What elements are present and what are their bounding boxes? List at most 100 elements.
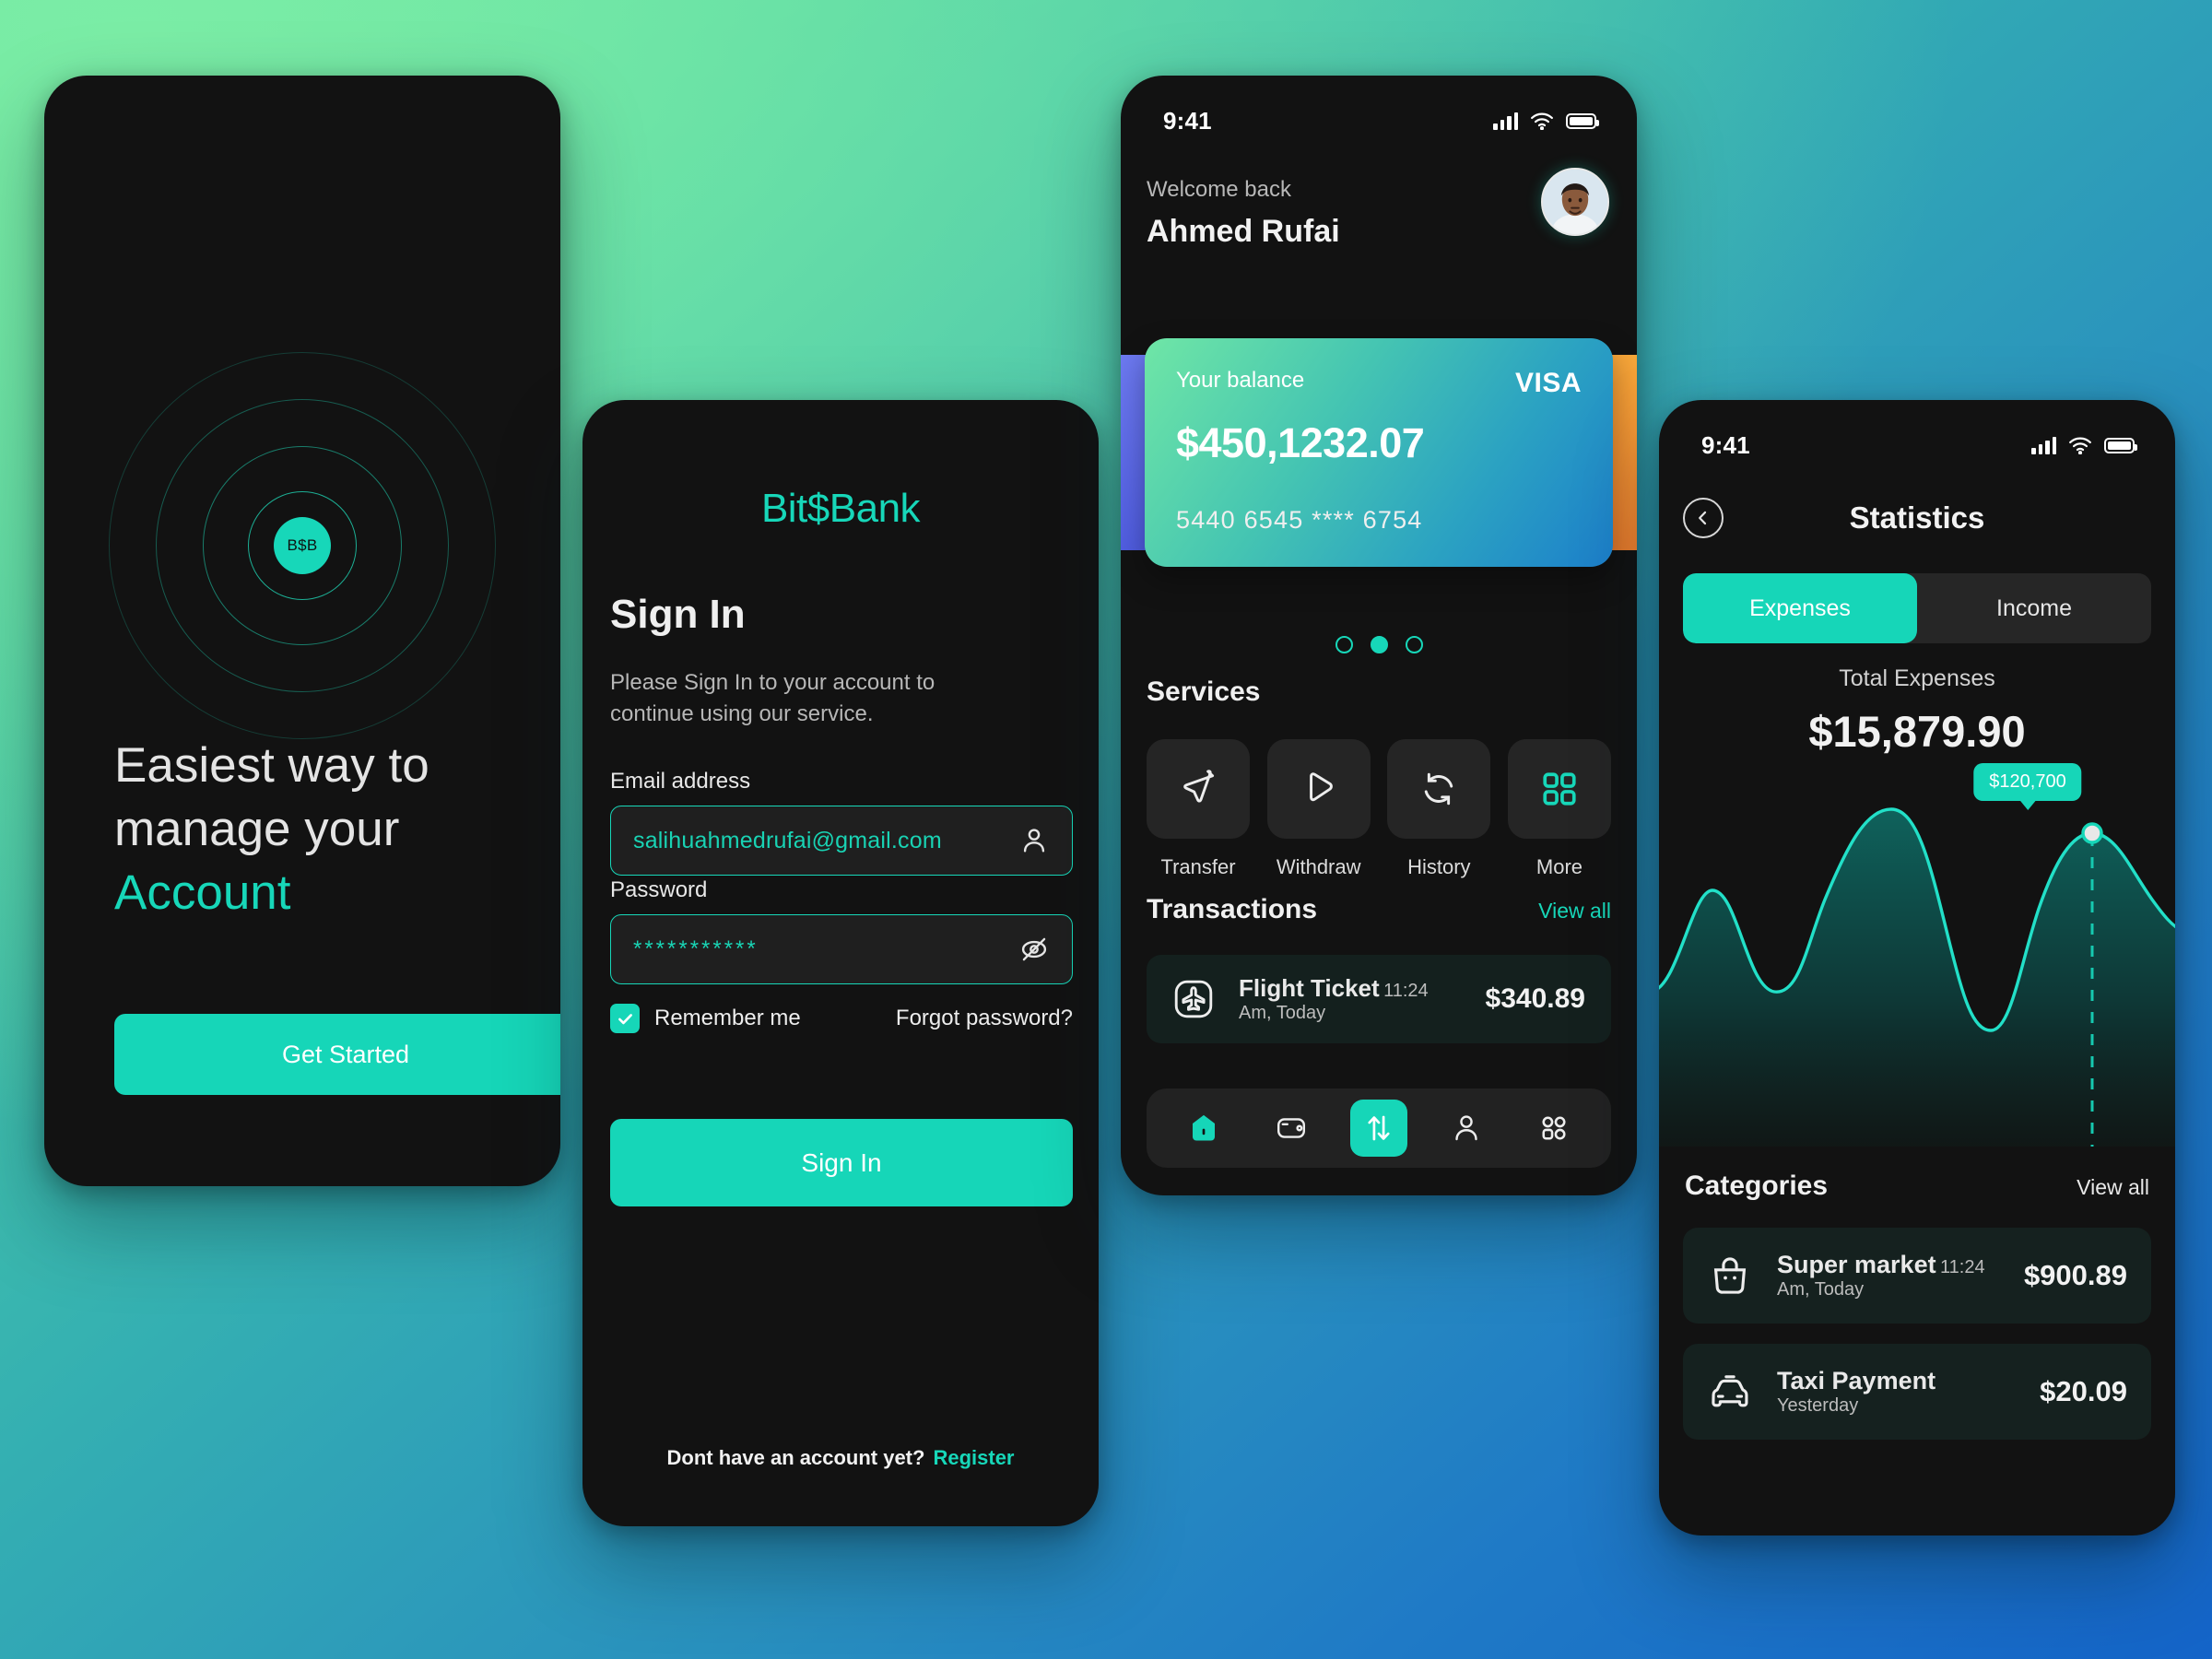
statistics-tabs: Expenses Income: [1683, 573, 2151, 643]
category-time: Yesterday: [1777, 1395, 1859, 1416]
signin-title: Sign In: [610, 592, 746, 637]
shopping-bag-icon: [1707, 1253, 1753, 1299]
avatar-photo: [1543, 170, 1607, 234]
carousel-dot-3[interactable]: [1405, 636, 1423, 653]
password-field-label: Password: [610, 877, 708, 902]
service-tile[interactable]: [1387, 739, 1491, 839]
category-title: Taxi Payment: [1777, 1367, 1936, 1394]
email-input-value[interactable]: salihuahmedrufai@gmail.com: [633, 828, 1018, 854]
tab-income[interactable]: Income: [1917, 573, 2151, 643]
get-started-button[interactable]: Get Started: [114, 1014, 560, 1095]
person-icon: [1455, 1115, 1477, 1141]
total-expenses-label: Total Expenses: [1839, 665, 1995, 691]
transactions-view-all-link[interactable]: View all: [1538, 899, 1611, 924]
refresh-history-icon: [1425, 772, 1453, 806]
service-tile[interactable]: [1507, 739, 1611, 839]
brand-wordmark: Bit$Bank: [760, 486, 921, 531]
cellular-signal-icon: [1493, 112, 1518, 130]
category-amount: $900.89: [2023, 1259, 2127, 1291]
service-label: Withdraw: [1276, 855, 1361, 878]
balance-amount: $450,1232.07: [1176, 419, 1425, 466]
card-header: Your balance VISA: [1176, 368, 1582, 399]
carousel-dot-1[interactable]: [1335, 636, 1353, 653]
balance-label: Your balance: [1176, 368, 1305, 393]
expenses-area-chart[interactable]: $120,700: [1659, 761, 2175, 1147]
sign-in-button[interactable]: Sign In: [610, 1119, 1073, 1206]
services-grid: Transfer Withdraw History More: [1147, 739, 1611, 879]
nav-wallet[interactable]: [1263, 1100, 1320, 1157]
status-icons: [2031, 436, 2137, 454]
chart-tooltip: $120,700: [1973, 763, 2082, 801]
signin-options-row: Remember me Forgot password?: [610, 1004, 1073, 1033]
service-withdraw[interactable]: Withdraw: [1266, 739, 1371, 879]
service-label: Transfer: [1160, 855, 1236, 878]
checkbox-checked-icon[interactable]: [610, 1004, 640, 1033]
service-label: History: [1407, 855, 1471, 878]
email-field[interactable]: salihuahmedrufai@gmail.com: [610, 806, 1073, 876]
balance-card[interactable]: Your balance VISA $450,1232.07 5440 6545…: [1145, 338, 1613, 567]
arrows-up-down-icon: [1368, 1115, 1390, 1141]
greeting-text: Welcome back: [1147, 177, 1291, 202]
user-name: Ahmed Rufai: [1147, 214, 1340, 249]
service-tile[interactable]: [1266, 739, 1371, 839]
transaction-title: Flight Ticket: [1239, 974, 1380, 1002]
status-icons: [1493, 112, 1599, 130]
signin-footer-text: Dont have an account yet?: [666, 1446, 925, 1469]
radar-graphic: B$B: [109, 352, 496, 739]
nav-profile[interactable]: [1438, 1100, 1495, 1157]
password-field[interactable]: ***********: [610, 914, 1073, 984]
card-number: 5440 6545 **** 6754: [1176, 506, 1423, 534]
signin-subtitle: Please Sign In to your account to contin…: [610, 670, 935, 727]
nav-menu[interactable]: [1525, 1100, 1583, 1157]
cellular-signal-icon: [2031, 436, 2056, 454]
chart-svg: [1659, 807, 2175, 1147]
taxi-icon: [1707, 1369, 1753, 1415]
avatar[interactable]: [1541, 168, 1609, 236]
carousel-dots[interactable]: [1121, 636, 1637, 653]
categories-view-all-link[interactable]: View all: [2077, 1175, 2149, 1200]
category-row[interactable]: Super market 11:24 Am, Today $900.89: [1683, 1228, 2151, 1324]
card-carousel[interactable]: Your balance VISA $450,1232.07 5440 6545…: [1121, 338, 1637, 569]
category-row[interactable]: Taxi Payment Yesterday $20.09: [1683, 1344, 2151, 1440]
password-input-value[interactable]: ***********: [633, 936, 1018, 962]
tab-expenses[interactable]: Expenses: [1683, 573, 1917, 643]
airplane-icon: [1172, 978, 1215, 1020]
statistics-header: Statistics: [1659, 492, 2175, 544]
transaction-info: Flight Ticket 11:24 Am, Today: [1239, 974, 1462, 1024]
carousel-dot-2-active[interactable]: [1370, 636, 1388, 653]
headline-line-1: Easiest way to: [114, 738, 429, 793]
phone-screen-home: 9:41 Welcome back Ahmed Rufai Your balan…: [1121, 76, 1637, 1195]
service-label: More: [1535, 855, 1583, 878]
headline-accent-word: Account: [114, 865, 291, 920]
onboarding-headline: Easiest way to manage your Account: [114, 735, 529, 925]
service-more[interactable]: More: [1507, 739, 1611, 879]
status-bar: 9:41: [1659, 400, 2175, 472]
phone-screen-statistics: 9:41 Statistics Expenses Income Total Ex…: [1659, 400, 2175, 1535]
total-expenses-value: $15,879.90: [1808, 707, 2026, 756]
greeting-block: Welcome back Ahmed Rufai: [1147, 177, 1340, 250]
register-link[interactable]: Register: [933, 1446, 1014, 1469]
eye-slash-icon[interactable]: [1018, 934, 1050, 965]
service-tile[interactable]: [1147, 739, 1250, 839]
category-amount: $20.09: [2040, 1375, 2127, 1407]
category-info: Super market 11:24 Am, Today: [1777, 1251, 2000, 1300]
status-time: 9:41: [1701, 430, 1750, 459]
service-history[interactable]: History: [1387, 739, 1491, 879]
wifi-icon: [1531, 112, 1553, 130]
grid-more-icon: [1543, 772, 1576, 806]
category-title: Super market: [1777, 1251, 1936, 1278]
person-icon: [1018, 825, 1050, 856]
transactions-title: Transactions: [1147, 894, 1318, 924]
nav-transfer-active[interactable]: [1349, 1100, 1407, 1157]
transaction-row[interactable]: Flight Ticket 11:24 Am, Today $340.89: [1147, 955, 1611, 1043]
nav-home[interactable]: [1175, 1100, 1232, 1157]
chart-area-fill: [1659, 809, 2175, 1147]
remember-me-toggle[interactable]: Remember me: [610, 1004, 801, 1033]
forgot-password-link[interactable]: Forgot password?: [896, 1006, 1073, 1031]
home-icon: [1192, 1114, 1215, 1141]
phone-screen-onboarding: B$B Easiest way to manage your Account G…: [44, 76, 560, 1186]
categories-section-header: Categories View all: [1685, 1171, 2149, 1202]
battery-icon: [1566, 112, 1599, 129]
status-time: 9:41: [1163, 106, 1212, 135]
service-transfer[interactable]: Transfer: [1147, 739, 1250, 879]
